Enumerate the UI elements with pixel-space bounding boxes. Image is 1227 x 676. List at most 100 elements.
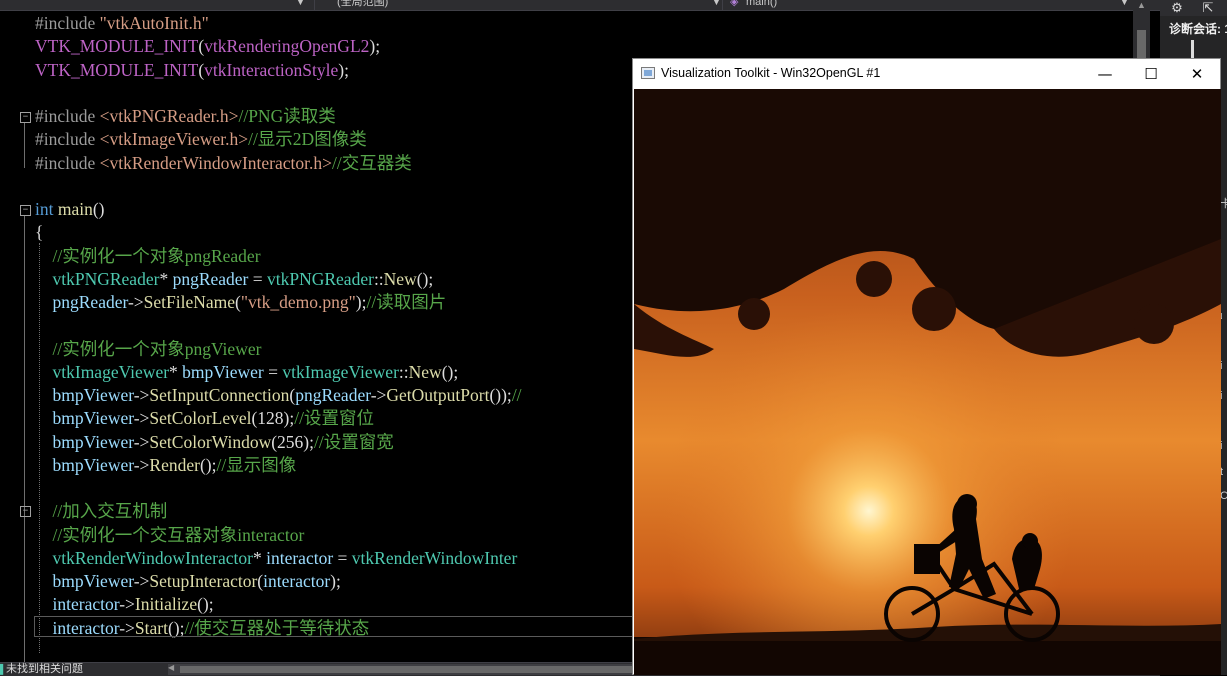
code-token: //实例化一个交互器对象interactor — [52, 524, 305, 545]
gear-icon[interactable]: ⚙ — [1169, 0, 1185, 16]
code-line[interactable]: bmpViewer->SetInputConnection(pngReader-… — [35, 384, 522, 407]
code-token: VTK_MODULE_INIT — [35, 36, 199, 57]
scope-dropdown[interactable]: (全局范围) — [337, 0, 388, 9]
code-line[interactable]: //实例化一个对象pngReader — [35, 245, 261, 268]
code-token: vtkRenderingOpenGL2 — [204, 36, 370, 57]
close-button[interactable]: ✕ — [1174, 59, 1220, 89]
vtk-render-window[interactable]: Visualization Toolkit - Win32OpenGL #1 —… — [632, 58, 1221, 675]
code-line[interactable]: #include <vtkRenderWindowInteractor.h>//… — [35, 152, 412, 175]
code-line[interactable]: vtkRenderWindowInteractor* interactor = … — [35, 547, 518, 570]
collapse-toggle-icon[interactable]: − — [20, 506, 31, 517]
scroll-left-icon[interactable]: ◀ — [168, 663, 174, 672]
status-message: 未找到相关问题 — [6, 663, 83, 675]
code-line[interactable]: interactor->Initialize(); — [35, 593, 214, 616]
chevron-down-icon[interactable]: ▼ — [1120, 0, 1130, 7]
panel-text-fragment: 卡 — [1220, 198, 1227, 210]
code-token: :: — [398, 361, 409, 382]
nav-separator — [722, 0, 723, 10]
code-token: bmpViewer — [52, 385, 134, 405]
scrollbar-thumb[interactable] — [180, 666, 650, 673]
code-token: GetOutputPort — [386, 385, 490, 405]
outline-guide — [24, 216, 25, 662]
code-token: vtkPNGReader — [267, 268, 374, 289]
code-token: SetColorWindow — [149, 431, 272, 452]
code-token: vtkImageViewer — [52, 361, 170, 382]
code-token: //显示图像 — [216, 454, 297, 475]
timeline-marker — [1191, 40, 1194, 60]
code-line[interactable]: pngReader->SetFileName("vtk_demo.png");/… — [35, 291, 447, 314]
code-token: (); — [416, 268, 434, 289]
code-token: pngReader — [172, 268, 249, 289]
scroll-up-icon[interactable]: ▲ — [1137, 0, 1146, 10]
window-title: Visualization Toolkit - Win32OpenGL #1 — [661, 66, 881, 80]
code-token: #include — [35, 13, 100, 33]
code-token: //交互器类 — [332, 152, 412, 173]
code-token: bmpViewer — [52, 571, 134, 591]
code-line[interactable]: { — [35, 221, 43, 244]
code-line[interactable]: #include "vtkAutoInit.h" — [35, 12, 209, 35]
code-token: #include — [35, 129, 100, 150]
code-token: (); — [197, 594, 214, 615]
code-token: main — [57, 199, 93, 219]
code-token: <vtkRenderWindowInteractor.h> — [99, 152, 333, 173]
code-token: //读取图片 — [366, 292, 447, 312]
indent-guide — [39, 243, 40, 653]
outline-guide — [24, 123, 25, 168]
code-token: SetInputConnection — [149, 385, 290, 405]
collapse-toggle-icon[interactable]: − — [20, 205, 31, 216]
code-token: ); — [338, 59, 349, 80]
code-token: //设置窗宽 — [314, 431, 394, 452]
window-titlebar[interactable]: Visualization Toolkit - Win32OpenGL #1 —… — [633, 59, 1220, 89]
function-dropdown[interactable]: main() — [746, 0, 777, 9]
current-line-highlight — [34, 616, 634, 637]
code-line[interactable]: VTK_MODULE_INIT(vtkInteractionStyle); — [35, 59, 349, 82]
code-token: :: — [373, 268, 384, 289]
code-line[interactable]: #include <vtkPNGReader.h>//PNG读取类 — [35, 105, 336, 128]
code-token: vtkPNGReader — [52, 268, 160, 289]
code-token: "vtk_demo.png" — [240, 292, 356, 312]
code-line[interactable]: #include <vtkImageViewer.h>//显示2D图像类 — [35, 128, 367, 151]
scrollbar-thumb[interactable] — [1137, 30, 1146, 60]
code-line[interactable]: bmpViewer->SetColorWindow(256);//设置窗宽 — [35, 431, 394, 454]
code-line[interactable]: vtkPNGReader* pngReader = vtkPNGReader::… — [35, 268, 434, 291]
code-token: New — [408, 361, 442, 382]
code-line[interactable]: //实例化一个对象pngViewer — [35, 338, 262, 361]
code-token: -> — [133, 454, 150, 475]
chevron-down-icon[interactable]: ▼ — [296, 0, 306, 7]
code-token: (256); — [271, 431, 314, 452]
code-line[interactable]: bmpViewer->SetupInteractor(interactor); — [35, 570, 341, 593]
code-token: ); — [369, 36, 381, 57]
code-line[interactable]: //实例化一个交互器对象interactor — [35, 524, 305, 547]
code-token: -> — [133, 385, 150, 405]
code-token: * — [252, 547, 267, 568]
code-line[interactable]: bmpViewer->SetColorLevel(128);//设置窗位 — [35, 407, 375, 430]
code-token: <vtkImageViewer.h> — [99, 129, 249, 150]
chevron-down-icon[interactable]: ▼ — [712, 0, 722, 7]
code-line[interactable]: bmpViewer->Render();//显示图像 — [35, 454, 297, 477]
code-token: //PNG读取类 — [238, 106, 336, 126]
code-token: { — [35, 222, 44, 243]
code-token: New — [383, 268, 417, 289]
code-token: //设置窗位 — [294, 408, 374, 429]
minimize-button[interactable]: — — [1082, 59, 1128, 89]
code-token: bmpViewer — [52, 408, 134, 429]
code-token: -> — [119, 594, 135, 615]
export-icon[interactable]: ⇱ — [1200, 0, 1216, 16]
code-line[interactable]: int main() — [35, 198, 105, 221]
collapse-toggle-icon[interactable]: − — [20, 112, 31, 123]
maximize-button[interactable]: ☐ — [1128, 59, 1174, 89]
code-line[interactable]: //加入交互机制 — [35, 500, 168, 523]
code-token: bmpViewer — [52, 431, 134, 452]
code-line[interactable]: VTK_MODULE_INIT(vtkRenderingOpenGL2); — [35, 35, 380, 58]
rendered-image[interactable] — [634, 89, 1221, 675]
code-line[interactable]: vtkImageViewer* bmpViewer = vtkImageView… — [35, 361, 459, 384]
